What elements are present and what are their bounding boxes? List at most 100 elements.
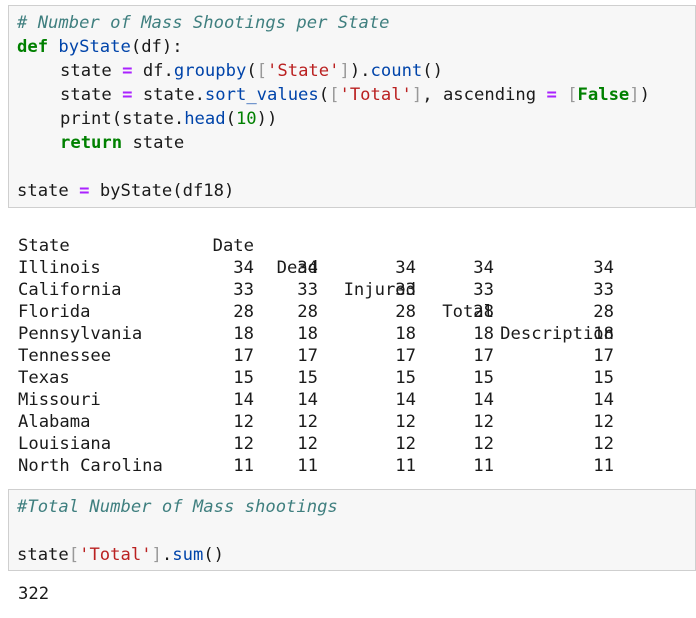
code-token: state [60,85,112,105]
code-token: () [203,545,225,565]
table-cell: 11 [593,456,614,476]
table-cell: 18 [593,324,614,344]
code-line-print: print(state.head(10)) [17,107,277,131]
table-cell: 34 [233,258,254,278]
table-cell: 15 [395,368,416,388]
table-cell: 34 [593,258,614,278]
code-bracket: ] [411,85,423,105]
code-cell-bystate[interactable]: # Number of Mass Shootings per State def… [8,5,696,208]
table-cell: 12 [233,434,254,454]
table-cell: 14 [473,390,494,410]
code-token: (state. [111,109,185,129]
table-row: California 33 33 33 33 33 [18,279,638,301]
table-cell: 15 [473,368,494,388]
row-state-name: California [18,280,122,300]
table-cell: 28 [395,302,416,322]
code-token: state [17,181,69,201]
code-token: )) [256,109,278,129]
function-params: (df): [130,37,183,57]
row-state-name: North Carolina [18,456,163,476]
table-row: Illinois 34 34 34 34 34 [18,257,638,279]
row-state-name: Louisiana [18,434,112,454]
table-cell: 12 [297,412,318,432]
keyword-return: return [60,133,123,153]
table-cell: 17 [593,346,614,366]
index-label: State [18,236,70,256]
code-keyword-false: False [577,85,630,105]
code-bracket: [ [256,61,268,81]
table-cell: 12 [297,434,318,454]
row-state-name: Alabama [18,412,91,432]
table-cell: 12 [395,434,416,454]
table-cell: 33 [395,280,416,300]
table-cell: 18 [395,324,416,344]
code-token: , ascending [422,85,537,105]
table-cell: 11 [233,456,254,476]
table-cell: 11 [297,456,318,476]
table-cell: 14 [593,390,614,410]
code-line-sort: state = state.sort_values(['Total'], asc… [17,83,650,107]
code-bracket: ] [339,61,350,81]
sum-output-value: 322 [18,584,50,604]
code-method: head [184,109,226,129]
code-string: 'State' [267,61,340,81]
row-state-name: Texas [18,368,70,388]
table-cell: 28 [593,302,614,322]
function-name: byState [58,37,131,57]
code-string: 'Total' [339,85,412,105]
code-token: ( [225,109,236,129]
code-bracket: ] [629,85,640,105]
sum-output: 322 [18,582,49,606]
table-row: Tennessee 17 17 17 17 17 [18,345,638,367]
table-row: Louisiana 12 12 12 12 12 [18,433,638,455]
code-token: () [422,61,443,81]
code-number: 10 [235,109,257,129]
table-cell: 12 [593,412,614,432]
table-row: Pennsylvania 18 18 18 18 18 [18,323,638,345]
code-token: ( [246,61,257,81]
table-cell: 28 [473,302,494,322]
code-token: state. [142,85,205,105]
table-cell: 12 [593,434,614,454]
table-cell: 33 [593,280,614,300]
dataframe-output: Date Dead Injured Total Description Stat… [18,210,638,480]
code-comment: #Total Number of Mass shootings [17,497,338,517]
code-line-call: state = byState(df18) [17,179,234,203]
code-token: ) [639,85,650,105]
code-method: count [370,61,423,81]
table-cell: 14 [297,390,318,410]
table-cell: 33 [233,280,254,300]
table-cell: 34 [473,258,494,278]
code-token: ( [318,85,330,105]
code-token: state [122,133,185,153]
table-row: North Carolina 11 11 11 11 11 [18,455,638,477]
table-cell: 14 [233,390,254,410]
code-line-sum: state['Total'].sum() [17,543,224,567]
code-method: sum [172,545,204,565]
code-operator: = [122,85,133,105]
code-cell-total-sum[interactable]: #Total Number of Mass shootings state['T… [8,489,696,571]
code-operator: = [79,181,90,201]
table-cell: 12 [395,412,416,432]
row-state-name: Missouri [18,390,101,410]
table-cell: 17 [395,346,416,366]
code-token: ). [349,61,371,81]
table-cell: 33 [473,280,494,300]
table-cell: 12 [233,412,254,432]
code-line-def: def byState(df): [17,35,183,59]
code-bracket: ] [151,545,162,565]
table-row: Alabama 12 12 12 12 12 [18,411,638,433]
code-line-return: return state [17,131,184,155]
code-bracket: [ [329,85,340,105]
row-state-name: Illinois [18,258,101,278]
table-cell: 17 [297,346,318,366]
code-line-comment: # Number of Mass Shootings per State [17,11,390,35]
table-row: Missouri 14 14 14 14 14 [18,389,638,411]
table-row: Florida 28 28 28 28 28 [18,301,638,323]
keyword-def: def [17,37,49,57]
code-builtin-print: print [60,109,112,129]
row-state-name: Pennsylvania [18,324,143,344]
table-cell: 18 [233,324,254,344]
table-cell: 12 [473,412,494,432]
dataframe-header-row: Date Dead Injured Total Description [18,213,638,344]
